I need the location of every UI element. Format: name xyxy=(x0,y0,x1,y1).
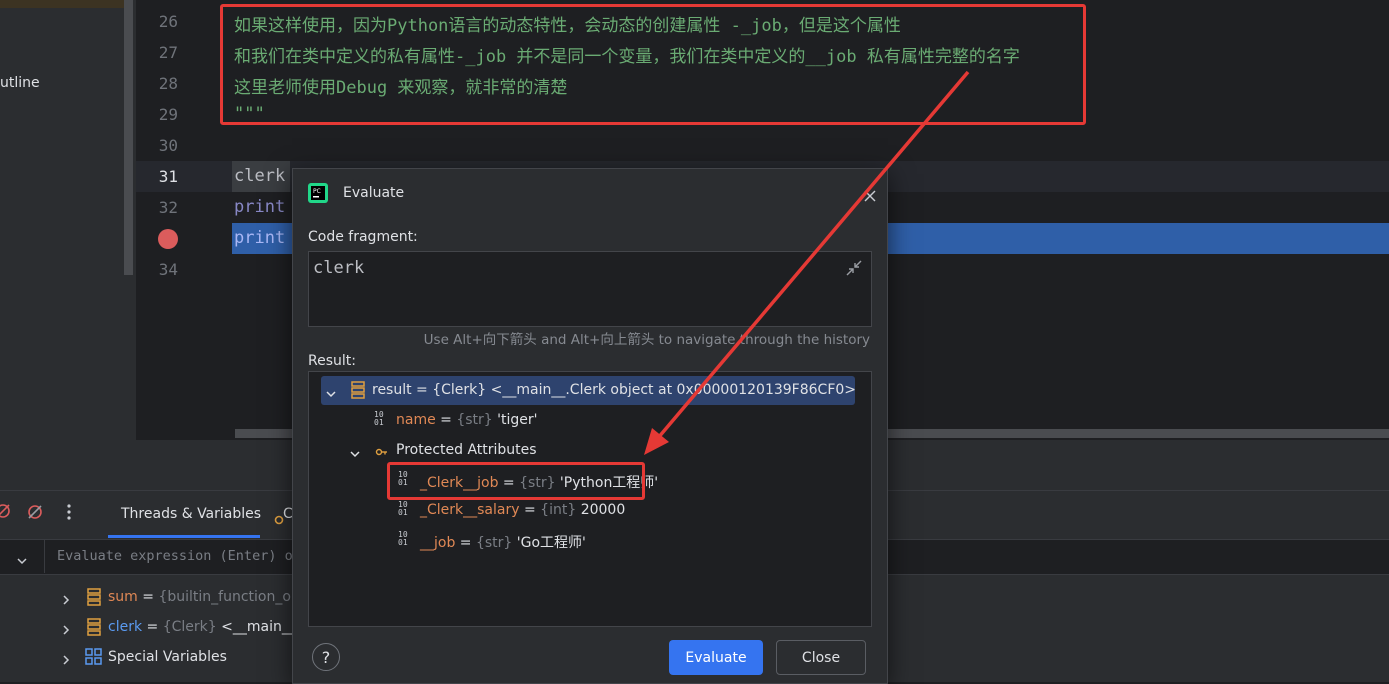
variable-type: {Clerk} xyxy=(162,619,217,635)
attr-name: _Clerk__salary xyxy=(420,502,520,518)
line-number: 28 xyxy=(158,74,178,93)
attr-value: 20000 xyxy=(576,502,626,518)
attr-type: {str} xyxy=(456,412,493,428)
code-line-31[interactable]: clerk xyxy=(234,166,285,186)
mute-breakpoints-icon[interactable] xyxy=(0,502,12,520)
history-hint: Use Alt+向下箭头 and Alt+向上箭头 to navigate th… xyxy=(423,332,870,348)
left-tool-panel xyxy=(0,0,136,440)
more-options-icon[interactable] xyxy=(66,503,72,521)
close-button[interactable]: Close xyxy=(776,640,866,675)
evaluate-expression-input[interactable]: Evaluate expression (Enter) or xyxy=(57,548,301,564)
primitive-icon: 10 01 xyxy=(374,410,385,427)
equals: = xyxy=(137,589,159,605)
chevron-right-icon[interactable] xyxy=(61,651,71,665)
variable-row-clerk[interactable]: clerk = {Clerk} <__main__.Cle xyxy=(108,619,323,635)
special-variables-icon xyxy=(85,648,102,665)
code-fragment-value[interactable]: clerk xyxy=(313,258,364,278)
help-button[interactable]: ? xyxy=(312,643,340,671)
evaluate-button[interactable]: Evaluate xyxy=(669,640,763,675)
attr-type: {str} xyxy=(475,535,513,551)
special-variables-row[interactable]: Special Variables xyxy=(108,649,227,665)
variable-row-sum[interactable]: sum = {builtin_function_or_m xyxy=(108,589,317,605)
disable-breakpoints-icon[interactable] xyxy=(26,503,44,521)
line-number: 26 xyxy=(158,12,178,31)
result-row-name[interactable]: name = {str} 'tiger' xyxy=(396,412,538,428)
line-number: 27 xyxy=(158,43,178,62)
tab-threads-variables[interactable]: Threads & Variables xyxy=(121,506,261,522)
attr-value: 'Go工程师' xyxy=(512,535,586,551)
chevron-right-icon[interactable] xyxy=(61,621,71,635)
result-label: Result: xyxy=(308,353,356,369)
protected-attributes-node[interactable]: Protected Attributes xyxy=(396,442,537,458)
attr-name: __job xyxy=(420,535,456,551)
line-number: 30 xyxy=(158,136,178,155)
annotation-box-comment xyxy=(220,4,1086,125)
equals: = xyxy=(519,502,541,518)
collapse-icon[interactable] xyxy=(845,259,863,277)
breakpoint-icon[interactable] xyxy=(158,229,178,249)
chevron-right-icon[interactable] xyxy=(61,591,71,605)
editor-gutter xyxy=(136,0,232,440)
chevron-down-icon[interactable] xyxy=(349,444,361,458)
left-scrollbar[interactable] xyxy=(124,0,133,275)
variable-name: clerk xyxy=(108,619,143,635)
attr-type: {int} xyxy=(540,502,577,518)
chevron-down-icon[interactable] xyxy=(16,551,28,565)
top-accent-strip xyxy=(0,0,130,8)
equals: = xyxy=(435,412,457,428)
line-number: 34 xyxy=(158,260,178,279)
variable-icon xyxy=(86,588,102,606)
line-number: 31 xyxy=(158,167,178,186)
line-number: 32 xyxy=(158,198,178,217)
result-row-job[interactable]: __job = {str} 'Go工程师' xyxy=(420,532,586,552)
result-root-text: result = {Clerk} <__main__.Clerk object … xyxy=(372,382,857,398)
active-tab-indicator xyxy=(108,535,260,538)
attr-name: name xyxy=(396,412,436,428)
code-line-33[interactable]: print xyxy=(234,228,285,248)
pycharm-logo-icon: PC xyxy=(308,183,328,203)
chevron-down-icon[interactable] xyxy=(325,384,337,398)
close-icon[interactable] xyxy=(864,187,876,202)
result-row-clerk-salary[interactable]: _Clerk__salary = {int} 20000 xyxy=(420,502,625,518)
code-fragment-label: Code fragment: xyxy=(308,229,418,245)
code-fragment-editor[interactable] xyxy=(308,251,872,327)
key-icon xyxy=(375,443,389,456)
attr-value: 'tiger' xyxy=(492,412,538,428)
equals: = xyxy=(142,619,163,635)
dialog-title: Evaluate xyxy=(343,185,405,201)
annotation-box-attribute xyxy=(387,462,645,500)
line-number: 29 xyxy=(158,105,178,124)
primitive-icon: 10 01 xyxy=(398,530,408,547)
object-icon xyxy=(350,381,366,399)
code-line-32[interactable]: print xyxy=(234,197,285,217)
variable-name: sum xyxy=(108,589,138,605)
svg-text:PC: PC xyxy=(313,188,321,195)
outline-label[interactable]: utline xyxy=(0,75,40,91)
variable-icon xyxy=(86,618,102,636)
equals: = xyxy=(455,535,476,551)
primitive-icon: 10 01 xyxy=(398,500,408,517)
